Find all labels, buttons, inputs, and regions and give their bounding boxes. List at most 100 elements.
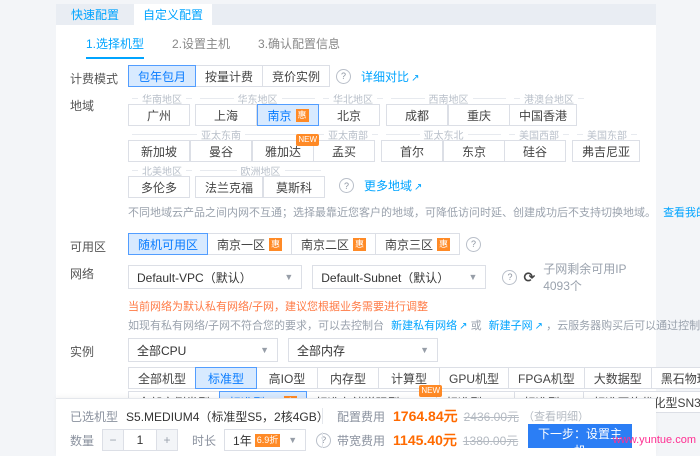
discount-badge: 惠 [353,238,366,251]
billing-mode-row: 计费模式 包年包月 按量计费 竞价实例 ? 详细对比↗ [70,65,644,87]
subnet-select-value: Default-Subnet（默认） [321,269,460,286]
region-button-jakarta[interactable]: 雅加达NEW [252,140,314,162]
help-icon[interactable]: ? [502,270,517,285]
vpc-select-value: Default-VPC（默认） [137,269,276,286]
region-button-guangzhou[interactable]: 广州 [128,104,190,126]
region-button-hongkong[interactable]: 中国香港 [509,104,577,126]
vpc-select[interactable]: Default-VPC（默认）▼ [128,265,302,289]
family-tab-memory[interactable]: 内存型 [317,367,379,389]
zone-label: 可用区 [70,233,128,255]
billing-mode-group: 包年包月 按量计费 竞价实例 [128,65,330,87]
new-badge: NEW [296,134,319,146]
billing-mode-label: 计费模式 [70,65,128,87]
billing-option-pay-as-you-go[interactable]: 按量计费 [195,65,263,87]
config-fee-original: 2436.00元 [464,408,519,425]
region-button-nanjing[interactable]: 南京惠 [257,104,319,126]
region-button-virginia[interactable]: 弗吉尼亚 [572,140,640,162]
create-subnet-link[interactable]: 新建子网↗ [489,320,543,332]
price-footer: 已选机型 S5.MEDIUM4（标准型S5，2核4GB） 配置费用 1764.8… [56,398,656,456]
cvm-purchase-page: 快速配置 自定义配置 1.选择机型 2.设置主机 3.确认配置信息 计费模式 包… [0,0,700,456]
zone-button-nanjing-3[interactable]: 南京三区惠 [375,233,460,255]
duration-label: 时长 [192,432,216,449]
network-warning: 当前网络为默认私有网络/子网，建议您根据业务需要进行调整 [128,298,644,314]
tab-custom-config[interactable]: 自定义配置 [134,4,212,25]
help-icon[interactable]: ? [339,178,354,193]
refresh-icon[interactable]: ⟳ [523,269,535,286]
step-setup-host[interactable]: 2.设置主机 [172,35,230,59]
tab-quick-config[interactable]: 快速配置 [56,4,134,25]
more-regions-link[interactable]: 更多地域↗ [364,177,422,194]
zone-row: 可用区 随机可用区 南京一区惠 南京二区惠 南京三区惠 ? [70,233,644,255]
family-tab-bigdata[interactable]: 大数据型 [584,367,652,389]
step-select-model[interactable]: 1.选择机型 [86,35,144,59]
step-confirm-config[interactable]: 3.确认配置信息 [258,35,340,59]
region-button-singapore[interactable]: 新加坡 [128,140,190,162]
footer-row-model: 已选机型 S5.MEDIUM4（标准型S5，2核4GB） 配置费用 1764.8… [70,406,644,426]
family-tab-baremetal[interactable]: 黑石物理服务器2.0 [651,367,700,389]
network-label: 网络 [70,260,128,333]
bandwidth-fee-original: 1380.00元 [463,432,518,449]
region-button-shanghai[interactable]: 上海 [195,104,257,126]
help-icon[interactable]: ? [316,433,331,448]
duration-select[interactable]: 1年 6.9折 ▼ [224,429,306,451]
memory-filter-select[interactable]: 全部内存▼ [288,338,438,362]
next-step-button[interactable]: 下一步：设置主机 [528,424,632,448]
region-group-header: 华北地区 [319,92,387,104]
region-note: 不同地域云产品之间内网不互通；选择最靠近您客户的地域，可降低访问时延、创建成功后… [128,204,644,220]
my-cvm-regions-link[interactable]: 查看我的云服务器地域↗ [663,207,700,219]
region-button-seoul[interactable]: 首尔 [381,140,443,162]
region-button-moscow[interactable]: 莫斯科 [263,176,325,198]
billing-option-prepaid[interactable]: 包年包月 [128,65,196,87]
region-button-bangkok[interactable]: 曼谷 [190,140,252,162]
region-group-header: 亚太南部 [314,128,382,140]
config-mode-tabbar: 快速配置 自定义配置 [56,4,656,25]
external-link-icon: ↗ [535,321,543,332]
zone-group: 随机可用区 南京一区惠 南京二区惠 南京三区惠 [128,233,460,255]
caret-down-icon: ▼ [420,345,429,355]
region-group-header: 华东地区 [196,92,319,104]
quantity-stepper: − 1 + [102,429,178,451]
bandwidth-fee-value: 1145.40元 [393,430,457,450]
discount-badge: 惠 [296,109,309,122]
help-icon[interactable]: ? [336,69,351,84]
discount-badge: 惠 [437,238,450,251]
region-button-beijing[interactable]: 北京 [318,104,380,126]
help-icon[interactable]: ? [466,237,481,252]
billing-option-spot[interactable]: 竞价实例 [262,65,330,87]
billing-compare-link[interactable]: 详细对比↗ [361,68,419,85]
create-subnet-text: 新建子网 [489,320,533,332]
family-tab-high-io[interactable]: 高IO型 [256,367,318,389]
wizard-steps: 1.选择机型 2.设置主机 3.确认配置信息 [56,25,656,59]
external-link-icon: ↗ [459,321,467,332]
quantity-label: 数量 [70,432,94,449]
subnet-select[interactable]: Default-Subnet（默认） ▼ [312,265,486,289]
create-vpc-link[interactable]: 新建私有网络↗ [391,320,467,332]
region-group-header: 亚太东南 [128,128,314,140]
family-tab-standard[interactable]: 标准型 [195,367,257,389]
region-group-header: 美国东部 [573,128,641,140]
family-tab-gpu[interactable]: GPU机型 [439,367,509,389]
footer-divider [322,408,323,424]
region-button-frankfurt[interactable]: 法兰克福 [195,176,263,198]
zone-button-nanjing-1[interactable]: 南京一区惠 [207,233,292,255]
plus-icon[interactable]: + [156,429,178,451]
region-grid-row-3: 北美地区 多伦多 欧洲地区 法兰克福 莫斯科 ? 更多地域↗ [128,164,644,198]
family-tab-fpga[interactable]: FPGA机型 [508,367,585,389]
region-button-toronto[interactable]: 多伦多 [128,176,190,198]
minus-icon[interactable]: − [102,429,124,451]
caret-down-icon: ▼ [469,272,478,282]
region-button-tokyo[interactable]: 东京 [443,140,505,162]
zone-button-random[interactable]: 随机可用区 [128,233,208,255]
region-button-chongqing[interactable]: 重庆 [448,104,510,126]
region-grid-row-1: 华南地区 广州 华东地区 上海 南京惠 华北地区 北京 西南地区 成都 [128,92,644,126]
region-button-siliconvalley[interactable]: 硅谷 [504,140,566,162]
family-tab-all[interactable]: 全部机型 [128,367,196,389]
discount-badge: 惠 [269,238,282,251]
more-regions-text: 更多地域 [364,179,412,193]
cpu-filter-select[interactable]: 全部CPU▼ [128,338,278,362]
region-button-mumbai[interactable]: 孟买 [313,140,375,162]
region-button-chengdu[interactable]: 成都 [386,104,448,126]
zone-button-nanjing-2[interactable]: 南京二区惠 [291,233,376,255]
billing-compare-text: 详细对比 [361,70,409,84]
caret-down-icon: ▼ [288,435,297,445]
